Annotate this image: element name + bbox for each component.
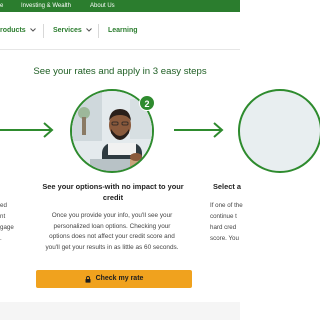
top-utility-bar: e Investing & Wealth About Us: [0, 0, 240, 12]
nav-item-products[interactable]: roducts: [0, 26, 36, 36]
step-description-line: options does not affect your credit scor…: [49, 233, 175, 240]
next-step-text-fragment: continue t: [210, 213, 237, 220]
step-description-line: you'll get your results in as little as …: [45, 243, 179, 251]
prev-step-text-fragment: ed: [0, 202, 7, 209]
prev-step-text-fragment: gage: [0, 224, 14, 231]
topbar-link-investing[interactable]: Investing & Wealth: [21, 1, 71, 11]
step-description-line: personalized loan options. Checking your: [53, 222, 171, 230]
nav-divider: [98, 24, 99, 38]
chevron-down-icon: [29, 26, 36, 36]
nav-divider: [43, 24, 44, 38]
topbar-link-truncated[interactable]: e: [0, 1, 3, 11]
section-title: See your rates and apply in 3 easy steps: [33, 66, 207, 77]
next-step-photo: [238, 89, 320, 173]
main-navigation: roducts Services Learning: [0, 12, 240, 50]
lock-icon: [85, 275, 91, 283]
step-description: Once you provide your info, you'll see y…: [36, 211, 188, 253]
check-my-rate-button[interactable]: Check my rate: [36, 270, 192, 288]
check-my-rate-label: Check my rate: [95, 275, 144, 282]
next-step-text-fragment: hard cred: [210, 224, 237, 231]
step-title-line: credit: [102, 193, 124, 202]
next-step-text-fragment: If one of the: [210, 202, 243, 209]
step-title-line: See your options-with no impact to your: [42, 182, 184, 191]
next-step-title-fragment: Select a: [213, 182, 241, 191]
nav-item-label: Services: [53, 27, 82, 34]
nav-item-label: Learning: [108, 27, 138, 34]
nav-item-services[interactable]: Services: [53, 26, 92, 36]
prev-step-text-fragment: .: [0, 235, 2, 242]
step-number-badge: 2: [139, 95, 155, 111]
prev-step-text-fragment: nt: [0, 213, 6, 220]
nav-item-label: roducts: [0, 27, 26, 34]
next-step-text-fragment: score. You: [210, 235, 239, 242]
step-title: See your options-with no impact to your …: [38, 181, 188, 203]
topbar-link-about[interactable]: About Us: [90, 1, 115, 11]
nav-item-learning[interactable]: Learning: [108, 26, 138, 36]
step-description-line: Once you provide your info, you'll see y…: [51, 212, 173, 219]
footer-band: [0, 302, 240, 320]
step-arrow-left-icon: [0, 121, 54, 139]
step-arrow-right-icon: [174, 121, 224, 139]
chevron-down-icon: [85, 26, 92, 36]
